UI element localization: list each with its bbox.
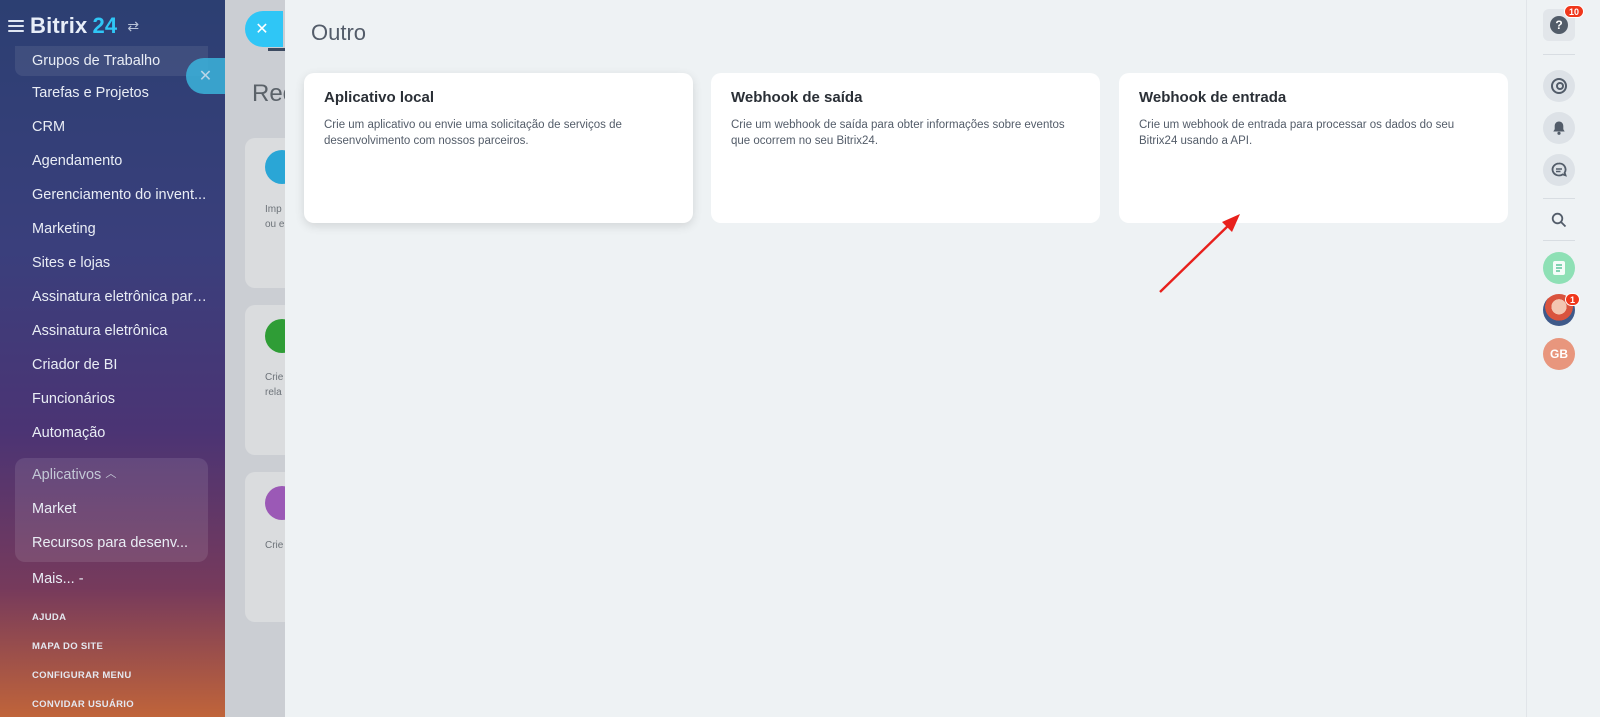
sidebar-item-workgroups[interactable]: Grupos de Trabalho [15, 46, 208, 76]
sidebar-item-esign[interactable]: Assinatura eletrônica [15, 314, 208, 348]
sidebar-header: Bitrix 24 ⇄ [8, 12, 139, 40]
search-icon [1551, 212, 1567, 228]
background-card-text: Crie rela [265, 372, 284, 398]
toolbar-separator [1543, 54, 1575, 55]
bell-icon [1553, 121, 1565, 135]
chat-button[interactable] [1543, 154, 1575, 186]
panel-title: Outro [311, 20, 367, 45]
sidebar-item-bi-builder[interactable]: Criador de BI [15, 348, 208, 382]
sidebar-footer: AJUDA MAPA DO SITE CONFIGURAR MENU CONVI… [32, 611, 134, 717]
sidebar-item-tasks[interactable]: Tarefas e Projetos [15, 76, 208, 110]
left-sidebar: Bitrix 24 ⇄ Grupos de Trabalho Tarefas e … [0, 0, 225, 717]
sidebar-item-sites[interactable]: Sites e lojas [15, 246, 208, 280]
sidebar-item-more[interactable]: Mais... - [15, 562, 208, 596]
close-slider-button[interactable]: ✕ [245, 11, 283, 47]
sidebar-item-automation[interactable]: Automação [15, 416, 208, 450]
help-badge: 10 [1564, 5, 1585, 18]
sidebar-item-employees[interactable]: Funcionários [15, 382, 208, 416]
footer-sitemap-link[interactable]: MAPA DO SITE [32, 640, 134, 669]
card-description: Crie um webhook de entrada para processa… [1139, 119, 1455, 147]
brand-logo[interactable]: Bitrix 24 [30, 13, 117, 39]
search-button[interactable] [1543, 204, 1575, 236]
sidebar-item-booking[interactable]: Agendamento [15, 144, 208, 178]
close-icon: ✕ [198, 68, 213, 85]
sidebar-item-market[interactable]: Market [15, 492, 208, 526]
chevron-up-icon: ︿ [105, 468, 117, 480]
card-inbound-webhook[interactable]: Webhook de entrada Crie um webhook de en… [1119, 73, 1508, 223]
close-background-slider-button[interactable]: ✕ [186, 58, 225, 94]
document-icon [1553, 261, 1565, 275]
copilot-icon [1551, 78, 1567, 94]
card-outbound-webhook[interactable]: Webhook de saída Crie um webhook de saíd… [711, 73, 1100, 223]
card-local-app[interactable]: Aplicativo local Crie um aplicativo ou e… [304, 73, 693, 223]
footer-help-link[interactable]: AJUDA [32, 611, 134, 640]
background-card-text: Imp ou e [265, 204, 285, 230]
card-title: Webhook de entrada [1139, 89, 1287, 106]
background-tab-indicator [268, 48, 286, 51]
copilot-button[interactable] [1543, 70, 1575, 102]
chat-icon [1551, 162, 1567, 177]
current-user-avatar[interactable]: GB [1543, 338, 1575, 370]
menu-hamburger-icon[interactable] [8, 20, 24, 32]
close-icon: ✕ [255, 21, 269, 38]
sidebar-item-esign-hr[interactable]: Assinatura eletrônica para... [15, 280, 208, 314]
app-avatar[interactable] [1543, 252, 1575, 284]
sidebar-item-crm[interactable]: CRM [15, 110, 208, 144]
footer-invite-user-link[interactable]: CONVIDAR USUÁRIO [32, 698, 134, 717]
toolbar-separator [1543, 198, 1575, 199]
card-description: Crie um webhook de saída para obter info… [731, 119, 1065, 147]
background-card-text: Crie [265, 540, 284, 551]
footer-configure-menu-link[interactable]: CONFIGURAR MENU [32, 669, 134, 698]
sidebar-item-marketing[interactable]: Marketing [15, 212, 208, 246]
swap-icon[interactable]: ⇄ [127, 18, 139, 35]
avatar-badge: 1 [1565, 293, 1581, 306]
slider-panel: Outro Aplicativo local Crie um aplicativ… [285, 0, 1526, 717]
sidebar-group-apps: Aplicativos ︿ Market Recursos para desenv… [15, 458, 208, 562]
notifications-button[interactable] [1543, 112, 1575, 144]
right-toolbar: ? 10 1 GB [1526, 0, 1600, 717]
sidebar-group-apps-toggle[interactable]: Aplicativos ︿ [15, 458, 208, 492]
card-title: Aplicativo local [324, 89, 435, 106]
toolbar-separator [1543, 240, 1575, 241]
question-icon: ? [1550, 16, 1568, 34]
sidebar-item-inventory[interactable]: Gerenciamento do invent... [15, 178, 208, 212]
card-title: Webhook de saída [731, 89, 863, 106]
sidebar-menu: Grupos de Trabalho Tarefas e Projetos CR… [15, 46, 208, 596]
card-description: Crie um aplicativo ou envie uma solicita… [324, 119, 622, 147]
sidebar-item-dev-resources[interactable]: Recursos para desenv... [15, 526, 208, 560]
